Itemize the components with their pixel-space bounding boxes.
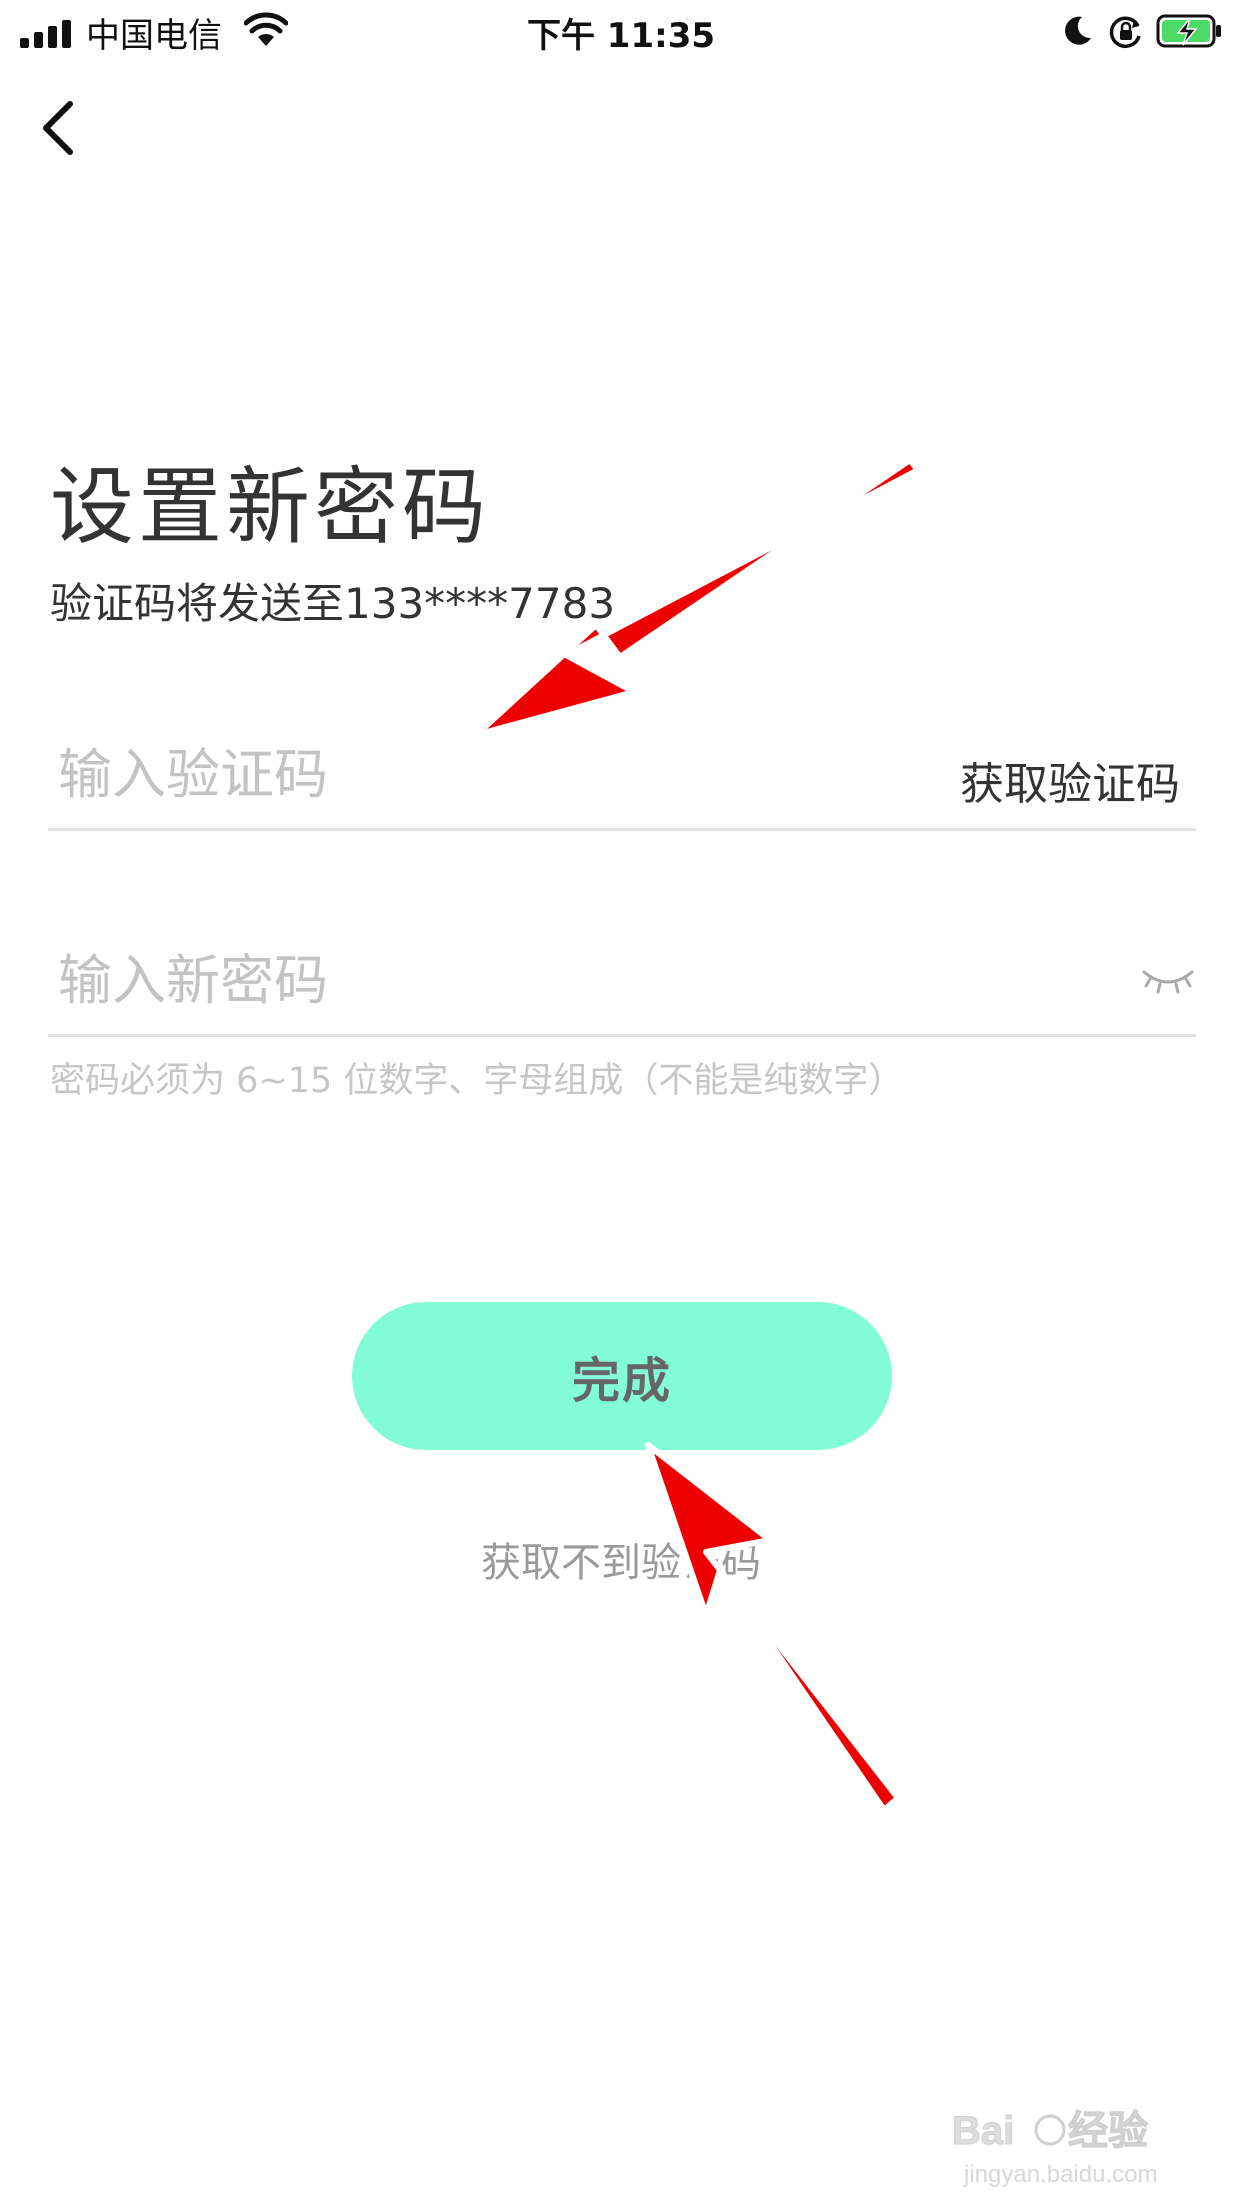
- code-field-row: 获取验证码: [48, 720, 1196, 831]
- svg-text:jingyan.baidu.com: jingyan.baidu.com: [963, 2161, 1157, 2188]
- get-code-button[interactable]: 获取验证码: [960, 748, 1180, 812]
- chevron-left-icon: [43, 101, 73, 155]
- eye-closed-icon[interactable]: [1140, 966, 1196, 996]
- page-title: 设置新密码: [50, 458, 491, 556]
- done-button[interactable]: 完成: [352, 1302, 892, 1450]
- battery-icon: [1156, 14, 1221, 48]
- no-code-link[interactable]: 获取不到验证码: [0, 1530, 1242, 1588]
- new-password-input[interactable]: [56, 944, 920, 1016]
- annotation-arrows: [473, 457, 921, 1813]
- password-hint: 密码必须为 6~15 位数字、字母组成（不能是纯数字）: [50, 1061, 904, 1101]
- svg-text:经验: 经验: [1068, 2109, 1148, 2153]
- svg-text:Bai: Bai: [952, 2109, 1014, 2153]
- back-button[interactable]: [34, 92, 94, 162]
- moon-icon: [1065, 16, 1091, 45]
- status-bar: 中国电信 下午 11:35: [0, 0, 1242, 64]
- page-subtitle: 验证码将发送至133****7783: [50, 579, 616, 628]
- password-field-row: [48, 926, 1196, 1037]
- rotation-lock-icon: [1109, 16, 1141, 49]
- baidu-watermark: Bai 经验 jingyan.baidu.com: [950, 2100, 1190, 2190]
- arrow-icon: [645, 1442, 901, 1813]
- status-time: 下午 11:35: [526, 16, 716, 56]
- code-input[interactable]: [56, 738, 920, 810]
- baidu-logo-icon: Bai 经验 jingyan.baidu.com: [952, 2109, 1158, 2189]
